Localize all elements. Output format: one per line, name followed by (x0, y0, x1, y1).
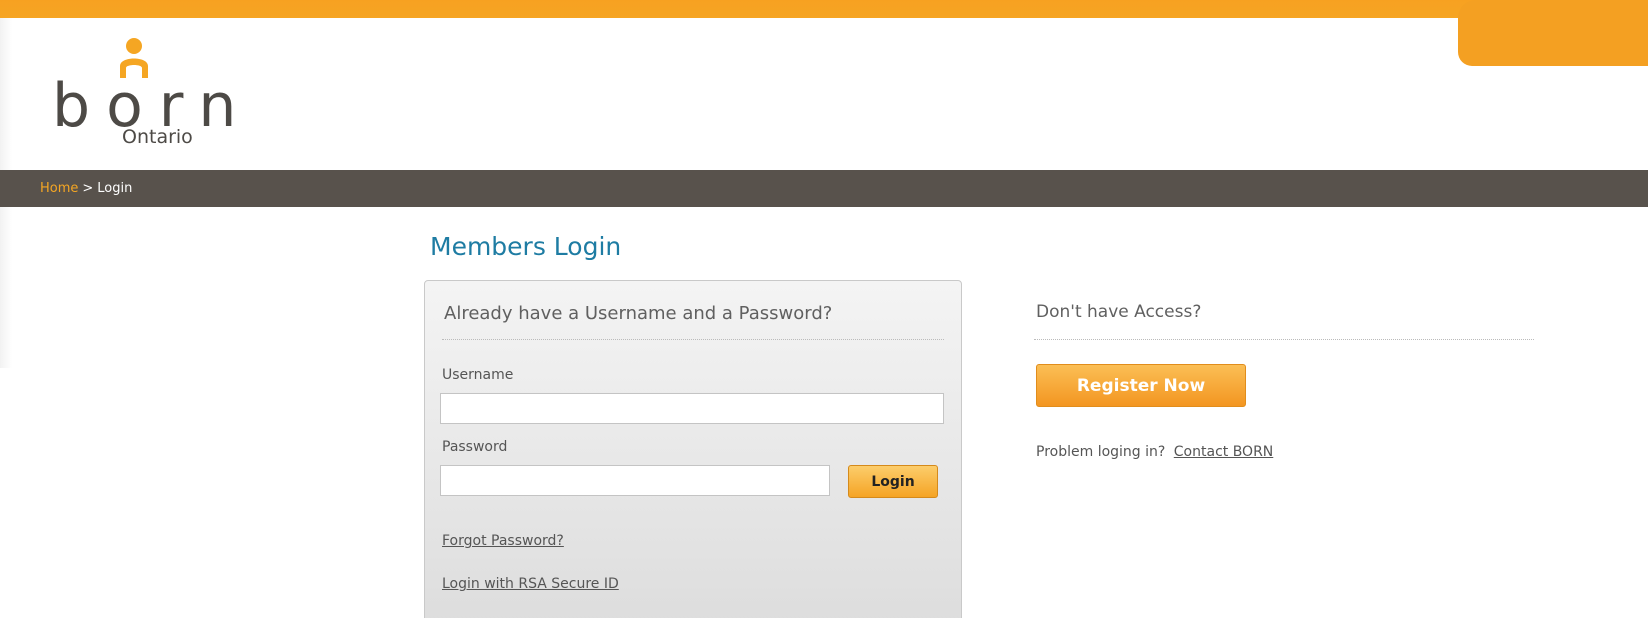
forgot-password-link[interactable]: Forgot Password? (442, 533, 564, 549)
rsa-login-link[interactable]: Login with RSA Secure ID (442, 576, 619, 592)
register-divider (1034, 339, 1534, 340)
register-button[interactable]: Register Now (1036, 364, 1246, 407)
top-tab (1458, 0, 1648, 66)
breadcrumb-home-link[interactable]: Home (40, 181, 78, 196)
breadcrumb-current: Login (97, 181, 133, 196)
page: born Ontario Home > Login Members Login Al… (0, 0, 1648, 618)
login-panel-divider (442, 339, 944, 340)
problem-label: Problem loging in? (1036, 444, 1166, 460)
login-button[interactable]: Login (848, 465, 938, 498)
top-stripe (0, 0, 1648, 18)
logo[interactable]: born Ontario (52, 36, 252, 156)
breadcrumb: Home > Login (0, 170, 1648, 207)
username-label: Username (442, 367, 514, 383)
page-title: Members Login (430, 232, 622, 261)
register-heading: Don't have Access? (1036, 302, 1202, 322)
password-label: Password (442, 439, 508, 455)
login-panel: Already have a Username and a Password? … (424, 280, 962, 618)
problem-text: Problem loging in? Contact BORN (1036, 444, 1273, 460)
username-input[interactable] (440, 393, 944, 424)
login-panel-heading: Already have a Username and a Password? (444, 303, 833, 324)
logo-subtitle: Ontario (122, 126, 193, 148)
password-input[interactable] (440, 465, 830, 496)
contact-born-link[interactable]: Contact BORN (1174, 444, 1274, 460)
breadcrumb-separator: > (82, 181, 94, 196)
